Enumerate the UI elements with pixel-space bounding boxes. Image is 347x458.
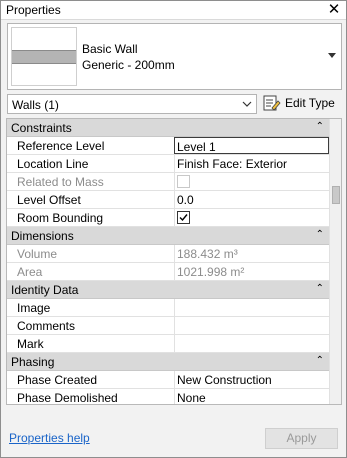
location-line-field[interactable]: Finish Face: Exterior (174, 155, 329, 172)
mark-field[interactable] (174, 335, 329, 352)
prop-value: 188.432 m³ (177, 247, 238, 261)
prop-name: Comments (17, 319, 76, 333)
level-offset-field[interactable]: 0.0 (174, 191, 329, 208)
apply-button[interactable]: Apply (265, 428, 338, 449)
prop-row-mark: Mark (7, 335, 329, 353)
property-grid: Constraints ⌃ Reference Level Level 1 Lo… (6, 118, 342, 405)
prop-row-reference-level: Reference Level Level 1 (7, 137, 329, 155)
dropdown-arrow-icon[interactable] (327, 50, 337, 60)
section-constraints[interactable]: Constraints ⌃ (7, 119, 329, 137)
prop-row-comments: Comments (7, 317, 329, 335)
prop-value: Finish Face: Exterior (177, 157, 288, 171)
type-selector[interactable]: Basic Wall Generic - 200mm (7, 23, 342, 90)
prop-row-related-to-mass: Related to Mass (7, 173, 329, 191)
prop-value: Level 1 (177, 140, 216, 154)
section-label: Dimensions (11, 229, 74, 243)
phase-demolished-field[interactable]: None (174, 389, 329, 405)
prop-name: Phase Demolished (17, 391, 118, 405)
prop-name: Room Bounding (17, 211, 104, 225)
edit-type-icon (263, 95, 281, 111)
prop-name: Image (17, 301, 51, 315)
prop-row-volume: Volume 188.432 m³ (7, 245, 329, 263)
section-label: Constraints (11, 121, 72, 135)
window-title: Properties (6, 3, 61, 17)
scrollbar-thumb[interactable] (332, 186, 340, 204)
close-icon[interactable]: ✕ (327, 1, 341, 19)
collapse-section-icon[interactable]: ⌃ (316, 228, 324, 242)
type-name-label: Generic - 200mm (82, 58, 175, 72)
wall-preview-graphic (12, 50, 76, 64)
checkmark-icon (179, 214, 188, 222)
prop-name: Volume (17, 247, 58, 261)
prop-name: Area (17, 265, 43, 279)
prop-row-level-offset: Level Offset 0.0 (7, 191, 329, 209)
prop-row-location-line: Location Line Finish Face: Exterior (7, 155, 329, 173)
footer: Properties help Apply (1, 421, 346, 457)
prop-row-room-bounding: Room Bounding (7, 209, 329, 227)
properties-help-link[interactable]: Properties help (9, 431, 90, 445)
edit-type-label: Edit Type (285, 96, 335, 110)
collapse-section-icon[interactable]: ⌃ (316, 282, 324, 296)
prop-name: Related to Mass (17, 175, 104, 189)
related-to-mass-field (174, 173, 329, 190)
phase-created-field[interactable]: New Construction (174, 371, 329, 388)
edit-type-button[interactable]: Edit Type (262, 93, 342, 114)
instance-filter-dropdown[interactable]: Walls (1) (7, 94, 257, 114)
prop-row-phase-created: Phase Created New Construction (7, 371, 329, 389)
collapse-section-icon[interactable]: ⌃ (316, 120, 324, 134)
chevron-down-icon (242, 101, 252, 107)
section-identity-data[interactable]: Identity Data ⌃ (7, 281, 329, 299)
image-field[interactable] (174, 299, 329, 316)
collapse-section-icon[interactable]: ⌃ (316, 354, 324, 368)
prop-value: 0.0 (177, 193, 194, 207)
properties-palette: Properties ✕ Basic Wall Generic - 200mm … (0, 0, 347, 458)
title-bar: Properties ✕ (1, 1, 346, 20)
section-label: Phasing (11, 355, 55, 369)
prop-row-phase-demolished: Phase Demolished None (7, 389, 329, 405)
vertical-scrollbar[interactable] (329, 119, 341, 404)
prop-name: Reference Level (17, 139, 105, 153)
prop-row-image: Image (7, 299, 329, 317)
section-label: Identity Data (11, 283, 79, 297)
room-bounding-field (174, 209, 329, 226)
section-dimensions[interactable]: Dimensions ⌃ (7, 227, 329, 245)
prop-name: Location Line (17, 157, 89, 171)
reference-level-field[interactable]: Level 1 (174, 137, 329, 154)
prop-value: New Construction (177, 373, 272, 387)
room-bounding-checkbox[interactable] (177, 211, 190, 224)
instance-filter-value: Walls (1) (12, 98, 59, 112)
prop-name: Level Offset (17, 193, 81, 207)
section-phasing[interactable]: Phasing ⌃ (7, 353, 329, 371)
type-family-label: Basic Wall (82, 42, 138, 56)
comments-field[interactable] (174, 317, 329, 334)
area-field: 1021.998 m² (174, 263, 329, 280)
prop-value: 1021.998 m² (177, 265, 245, 279)
related-to-mass-checkbox (177, 175, 190, 188)
type-preview-image (11, 27, 77, 86)
prop-row-area: Area 1021.998 m² (7, 263, 329, 281)
prop-name: Mark (17, 337, 44, 351)
prop-name: Phase Created (17, 373, 98, 387)
prop-value: None (177, 391, 206, 405)
volume-field: 188.432 m³ (174, 245, 329, 262)
